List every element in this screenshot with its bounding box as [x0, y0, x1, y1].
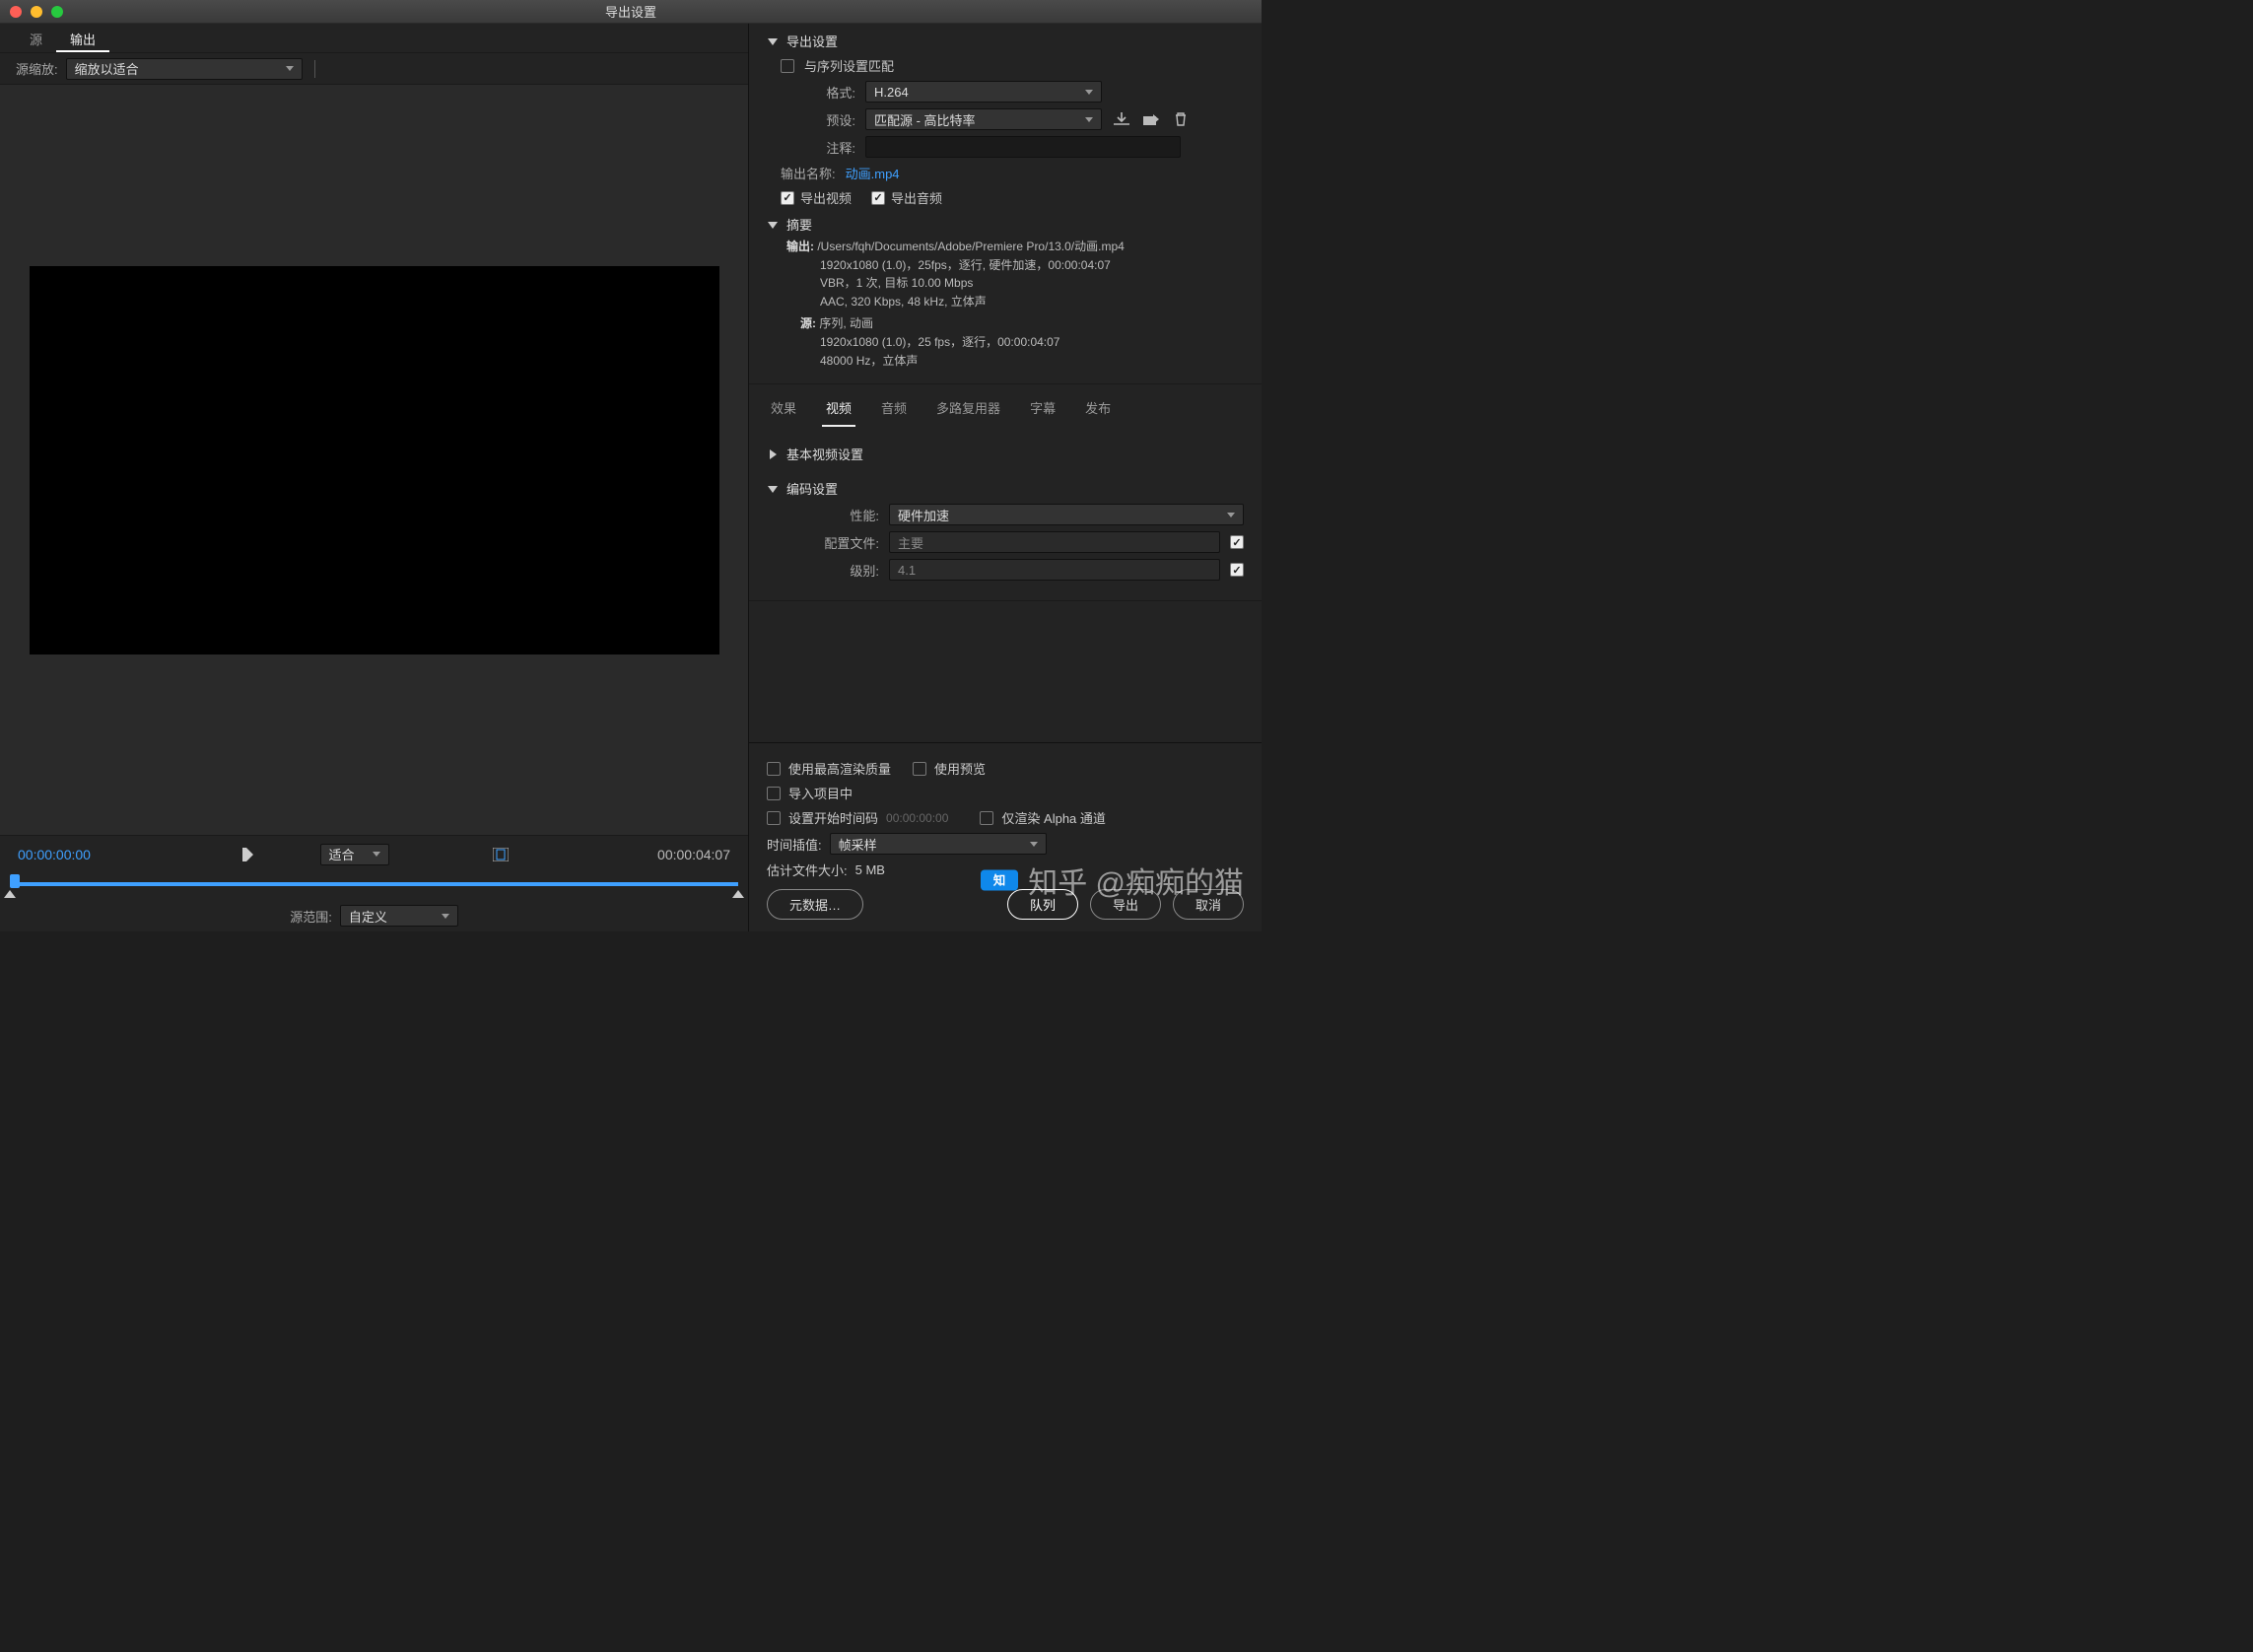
tab-audio[interactable]: 音频	[877, 390, 911, 427]
titlebar: 导出设置	[0, 0, 1262, 24]
twirl-encoding[interactable]	[767, 484, 779, 494]
interp-label: 时间插值:	[767, 835, 822, 854]
profile-select: 主要	[889, 531, 1220, 553]
playbar: 00:00:00:00 适合 00:00:04:07	[0, 835, 748, 872]
use-preview-checkbox[interactable]	[913, 762, 926, 776]
timeline[interactable]	[0, 872, 748, 900]
preview-tabs: 源 输出	[0, 24, 748, 53]
est-size-value: 5 MB	[855, 862, 885, 877]
tab-effects[interactable]: 效果	[767, 390, 800, 427]
export-video-checkbox[interactable]	[781, 191, 794, 205]
comment-input[interactable]	[865, 136, 1181, 158]
output-name-link[interactable]: 动画.mp4	[846, 164, 900, 182]
summary-title: 摘要	[786, 215, 812, 234]
zoom-fit-select[interactable]: 适合	[320, 844, 389, 865]
export-video-label: 导出视频	[800, 188, 852, 207]
basic-video-title: 基本视频设置	[786, 445, 863, 463]
tab-video[interactable]: 视频	[822, 390, 855, 427]
export-audio-label: 导出音频	[891, 188, 942, 207]
save-preset-icon[interactable]	[1112, 109, 1131, 129]
perf-select[interactable]: 硬件加速	[889, 504, 1244, 525]
tab-output[interactable]: 输出	[56, 24, 109, 52]
aspect-toggle[interactable]	[488, 845, 513, 864]
out-point-icon[interactable]	[732, 890, 744, 898]
in-point-icon[interactable]	[4, 890, 16, 898]
twirl-basic-video[interactable]	[767, 449, 779, 459]
encoding-title: 编码设置	[786, 479, 838, 498]
match-sequence-label: 与序列设置匹配	[804, 56, 894, 75]
timecode-end: 00:00:04:07	[657, 847, 730, 862]
tab-captions[interactable]: 字幕	[1026, 390, 1059, 427]
export-settings-title: 导出设置	[786, 32, 838, 50]
export-audio-checkbox[interactable]	[871, 191, 885, 205]
tab-multiplexer[interactable]: 多路复用器	[932, 390, 1004, 427]
profile-label: 配置文件:	[800, 533, 879, 552]
max-quality-checkbox[interactable]	[767, 762, 781, 776]
metadata-button[interactable]: 元数据…	[767, 889, 863, 920]
twirl-summary[interactable]	[767, 220, 779, 230]
format-select[interactable]: H.264	[865, 81, 1102, 103]
export-button[interactable]: 导出	[1090, 889, 1161, 920]
import-preset-icon[interactable]	[1141, 109, 1161, 129]
level-auto-checkbox[interactable]	[1230, 563, 1244, 577]
tab-source[interactable]: 源	[16, 24, 56, 52]
match-sequence-checkbox[interactable]	[781, 59, 794, 73]
twirl-export-settings[interactable]	[767, 36, 779, 46]
settings-tabs: 效果 视频 音频 多路复用器 字幕 发布	[749, 384, 1262, 427]
set-start-tc-checkbox[interactable]	[767, 811, 781, 825]
source-range-label: 源范围:	[290, 907, 332, 926]
preset-label: 预设:	[800, 110, 855, 129]
tab-publish[interactable]: 发布	[1081, 390, 1115, 427]
source-range-select[interactable]: 自定义	[340, 905, 458, 927]
level-label: 级别:	[800, 561, 879, 580]
queue-button[interactable]: 队列	[1007, 889, 1078, 920]
source-scaling-label: 源缩放:	[16, 59, 58, 78]
level-select: 4.1	[889, 559, 1220, 581]
start-tc-display: 00:00:00:00	[886, 811, 948, 825]
maximize-window[interactable]	[51, 6, 63, 18]
interp-select[interactable]: 帧采样	[830, 833, 1047, 855]
close-window[interactable]	[10, 6, 22, 18]
profile-auto-checkbox[interactable]	[1230, 535, 1244, 549]
est-size-label: 估计文件大小:	[767, 860, 848, 879]
output-name-label: 输出名称:	[781, 164, 836, 182]
comment-label: 注释:	[800, 138, 855, 157]
perf-label: 性能:	[800, 506, 879, 524]
cancel-button[interactable]: 取消	[1173, 889, 1244, 920]
delete-preset-icon[interactable]	[1171, 109, 1191, 129]
minimize-window[interactable]	[31, 6, 42, 18]
format-label: 格式:	[800, 83, 855, 102]
summary-block: 输出: /Users/fqh/Documents/Adobe/Premiere …	[786, 238, 1244, 370]
playhead[interactable]	[10, 874, 20, 888]
timecode-start[interactable]: 00:00:00:00	[18, 847, 91, 862]
alpha-only-checkbox[interactable]	[980, 811, 993, 825]
video-preview[interactable]	[0, 85, 748, 835]
preview-pane: 源 输出 源缩放: 缩放以适合 00:00:00:00 适合 00:00:04:…	[0, 24, 749, 931]
window-title: 导出设置	[605, 2, 656, 21]
play-button[interactable]	[236, 845, 261, 864]
bottom-panel: 使用最高渲染质量 使用预览 导入项目中 设置开始时间码 00:00:00:00 …	[749, 742, 1262, 931]
source-scaling-select[interactable]: 缩放以适合	[66, 58, 303, 80]
import-project-checkbox[interactable]	[767, 787, 781, 800]
preset-select[interactable]: 匹配源 - 高比特率	[865, 108, 1102, 130]
